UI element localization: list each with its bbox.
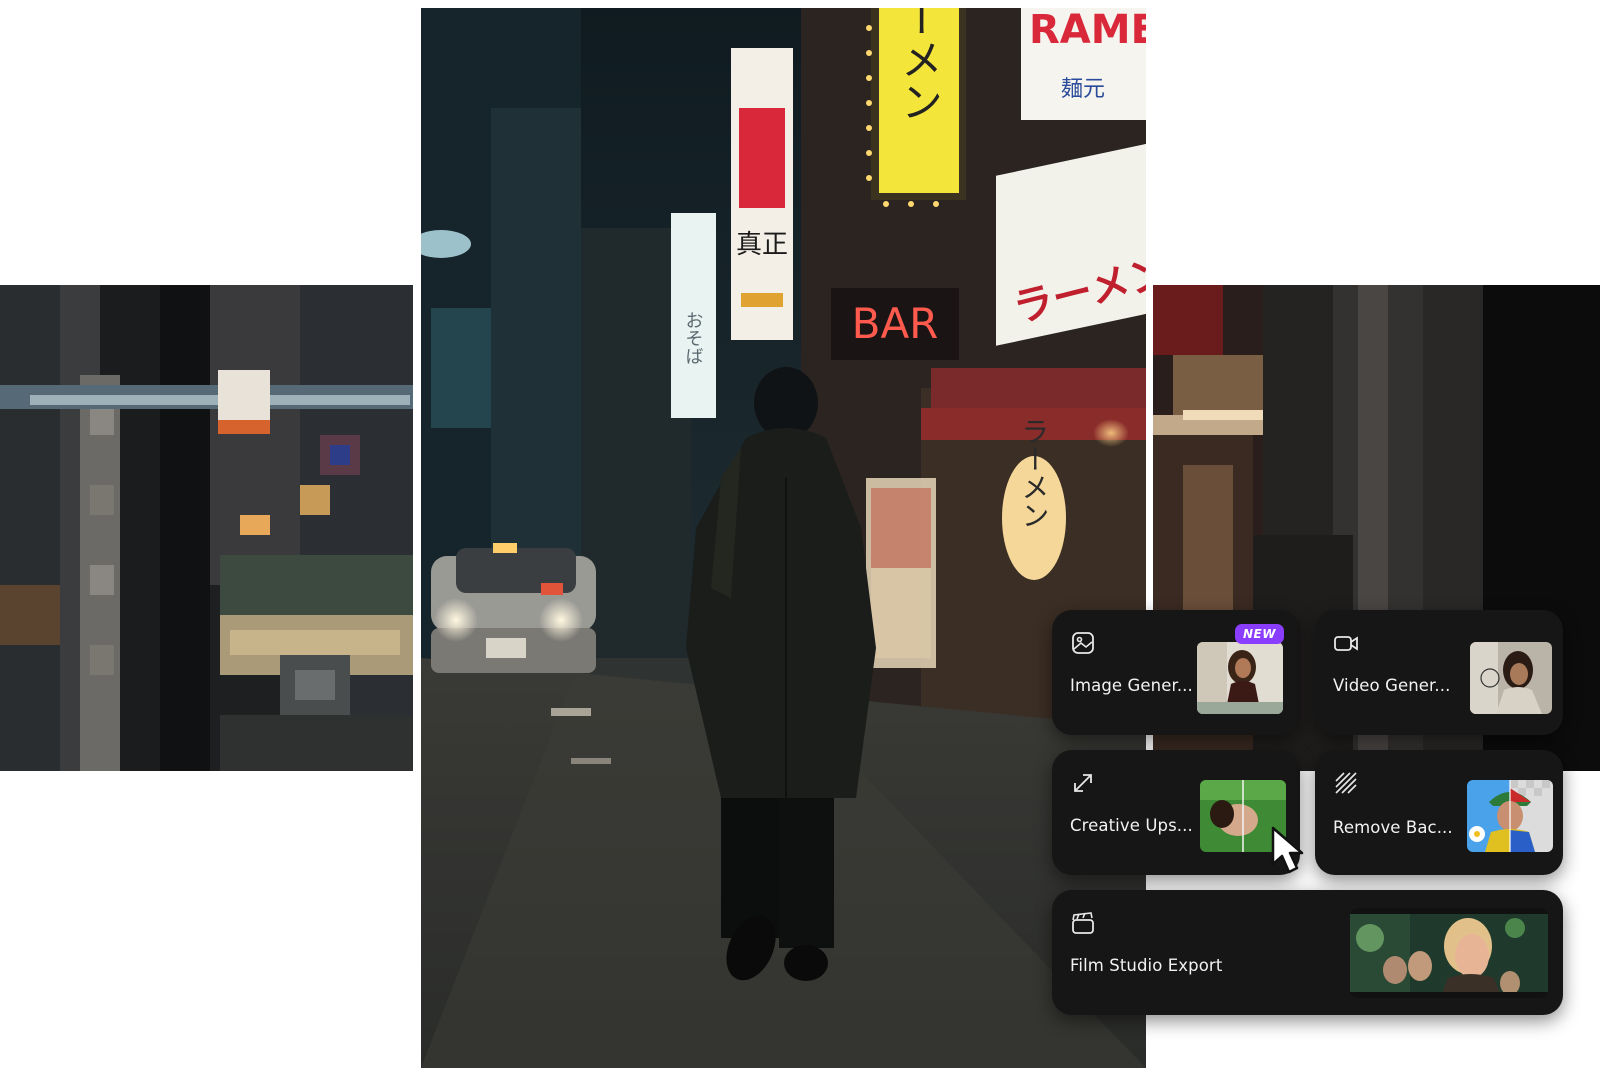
new-badge: NEW xyxy=(1235,624,1284,644)
ramen-sign-text: RAMEN xyxy=(1029,8,1146,53)
video-generator-label: Video Gener... xyxy=(1333,676,1451,695)
bar-sign: BAR xyxy=(852,299,939,348)
diagonal-lines-icon xyxy=(1333,770,1359,796)
image-generator-card[interactable]: Image Gener... NEW xyxy=(1052,610,1300,735)
clapperboard-icon xyxy=(1070,910,1096,936)
night-street-image: 真正 おそば ラーメン RAMEN 麺元 ラーメン部屋 BAR xyxy=(421,8,1146,1068)
remove-background-card[interactable]: Remove Bac... xyxy=(1315,750,1563,875)
remove-background-label: Remove Bac... xyxy=(1333,818,1453,837)
film-studio-export-label: Film Studio Export xyxy=(1070,956,1223,975)
left-pixelated-preview xyxy=(0,285,413,771)
film-studio-export-card[interactable]: Film Studio Export xyxy=(1052,890,1563,1015)
video-camera-icon xyxy=(1333,630,1359,656)
ramen-sign-kanji: 麺元 xyxy=(1061,77,1105,102)
video-generator-thumbnail xyxy=(1470,642,1552,714)
yellow-neon-sign: ラーメン xyxy=(895,8,944,122)
video-generator-card[interactable]: Video Gener... xyxy=(1315,610,1563,735)
creative-upscale-card[interactable]: Creative Ups... xyxy=(1052,750,1300,875)
expand-arrows-icon xyxy=(1070,770,1096,796)
film-studio-export-thumbnail xyxy=(1350,908,1548,998)
mouse-pointer-icon xyxy=(1267,826,1315,882)
street-photo: 真正 おそば ラーメン RAMEN 麺元 ラーメン部屋 BAR xyxy=(421,8,1146,1068)
left-pixelated-image xyxy=(0,285,413,771)
image-generator-thumbnail xyxy=(1197,642,1283,714)
image-icon xyxy=(1070,630,1096,656)
remove-background-thumbnail xyxy=(1467,780,1553,852)
lantern-sign: ラーメン xyxy=(1018,417,1051,529)
small-vertical-sign: おそば xyxy=(683,311,704,365)
tall-sign-kanji: 真正 xyxy=(736,230,788,260)
image-generator-label: Image Gener... xyxy=(1070,676,1193,695)
creative-upscale-label: Creative Ups... xyxy=(1070,816,1193,835)
